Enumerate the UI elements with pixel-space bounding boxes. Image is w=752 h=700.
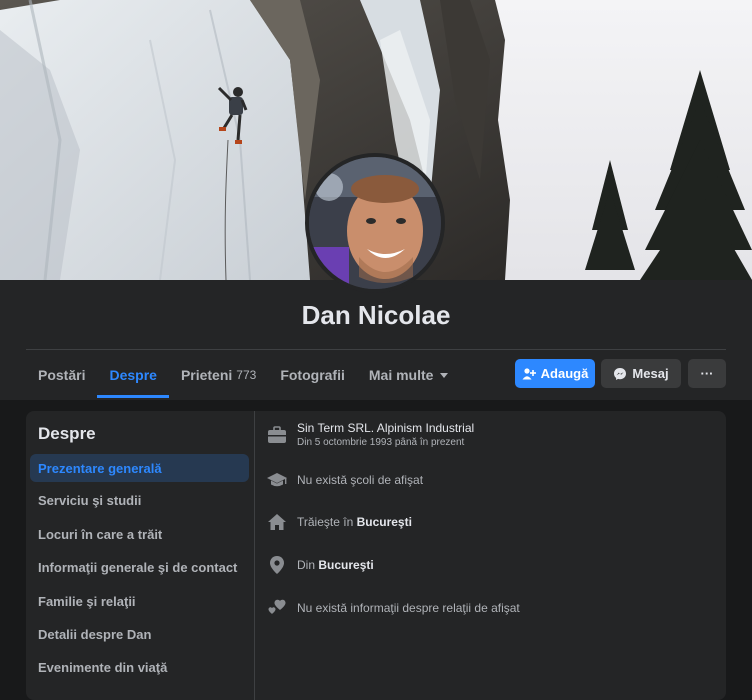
about-menu-contact-info[interactable]: Informaţii generale şi de contact bbox=[30, 553, 249, 581]
lives-in-prefix: Trăieşte în bbox=[297, 515, 357, 529]
about-menu-label: Familie şi relaţii bbox=[38, 593, 136, 609]
work-row: Sin Term SRL. Alpinism Industrial Din 5 … bbox=[266, 421, 474, 448]
friends-count: 773 bbox=[236, 368, 257, 382]
home-icon bbox=[266, 511, 288, 533]
tab-friends-label: Prieteni bbox=[180, 367, 233, 383]
relationship-text: Nu există informaţii despre relaţii de a… bbox=[297, 601, 520, 615]
from-city[interactable]: Bucureşti bbox=[318, 558, 373, 572]
chevron-down-icon bbox=[440, 372, 449, 378]
about-card: Despre Prezentare generală Serviciu şi s… bbox=[26, 411, 726, 700]
add-friend-label: Adaugă bbox=[540, 366, 589, 381]
tab-friends[interactable]: Prieteni 773 bbox=[169, 352, 268, 398]
messenger-icon bbox=[614, 367, 627, 380]
lives-in-row: Trăieşte în Bucureşti bbox=[266, 511, 412, 533]
header-divider bbox=[26, 349, 726, 350]
graduation-cap-icon bbox=[266, 469, 288, 491]
tab-photos-label: Fotografii bbox=[280, 367, 345, 383]
about-menu-family-relationships[interactable]: Familie şi relaţii bbox=[30, 587, 249, 615]
about-menu-label: Prezentare generală bbox=[38, 460, 162, 476]
tab-photos[interactable]: Fotografii bbox=[268, 352, 357, 398]
profile-avatar[interactable] bbox=[305, 153, 445, 293]
about-menu-overview[interactable]: Prezentare generală bbox=[30, 454, 249, 482]
relationship-row: Nu există informaţii despre relaţii de a… bbox=[266, 597, 520, 619]
about-menu-label: Detalii despre Dan bbox=[38, 626, 152, 642]
briefcase-icon bbox=[266, 424, 288, 446]
tab-posts[interactable]: Postări bbox=[26, 352, 97, 398]
about-menu-label: Locuri în care a trăit bbox=[38, 526, 163, 542]
work-title[interactable]: Sin Term SRL. Alpinism Industrial bbox=[297, 421, 474, 435]
tab-about-label: Despre bbox=[109, 367, 157, 383]
from-row: Din Bucureşti bbox=[266, 554, 374, 576]
school-row: Nu există şcoli de afişat bbox=[266, 469, 423, 491]
about-menu-work-education[interactable]: Serviciu şi studii bbox=[30, 486, 249, 514]
lives-in-city[interactable]: Bucureşti bbox=[357, 515, 412, 529]
hearts-icon bbox=[266, 597, 288, 619]
work-dates: Din 5 octombrie 1993 până în prezent bbox=[297, 437, 465, 448]
message-button[interactable]: Mesaj bbox=[601, 359, 681, 388]
about-menu-life-events[interactable]: Evenimente din viaţă bbox=[30, 653, 249, 681]
profile-name: Dan Nicolae bbox=[301, 300, 451, 330]
about-menu-label: Informaţii generale şi de contact bbox=[38, 559, 238, 575]
profile-tabs: Postări Despre Prieteni 773 Fotografii M… bbox=[26, 352, 460, 398]
avatar-image bbox=[309, 157, 441, 289]
tab-more-label: Mai multe bbox=[368, 367, 434, 383]
about-title: Despre bbox=[38, 424, 96, 443]
add-friend-button[interactable]: Adaugă bbox=[515, 359, 595, 388]
from-prefix: Din bbox=[297, 558, 319, 572]
more-options-button[interactable]: ··· bbox=[688, 359, 726, 388]
map-pin-icon bbox=[266, 554, 288, 576]
message-label: Mesaj bbox=[632, 366, 669, 381]
tab-more[interactable]: Mai multe bbox=[357, 352, 461, 398]
about-menu-label: Serviciu şi studii bbox=[38, 492, 142, 508]
about-menu-places-lived[interactable]: Locuri în care a trăit bbox=[30, 520, 249, 548]
more-options-icon: ··· bbox=[700, 366, 714, 381]
add-user-icon bbox=[522, 367, 536, 379]
tab-about[interactable]: Despre bbox=[97, 352, 170, 398]
about-menu-label: Evenimente din viaţă bbox=[38, 659, 168, 675]
about-menu-details[interactable]: Detalii despre Dan bbox=[30, 620, 249, 648]
about-card-divider bbox=[254, 411, 255, 700]
tab-posts-label: Postări bbox=[38, 367, 86, 383]
school-text: Nu există şcoli de afişat bbox=[297, 473, 424, 487]
